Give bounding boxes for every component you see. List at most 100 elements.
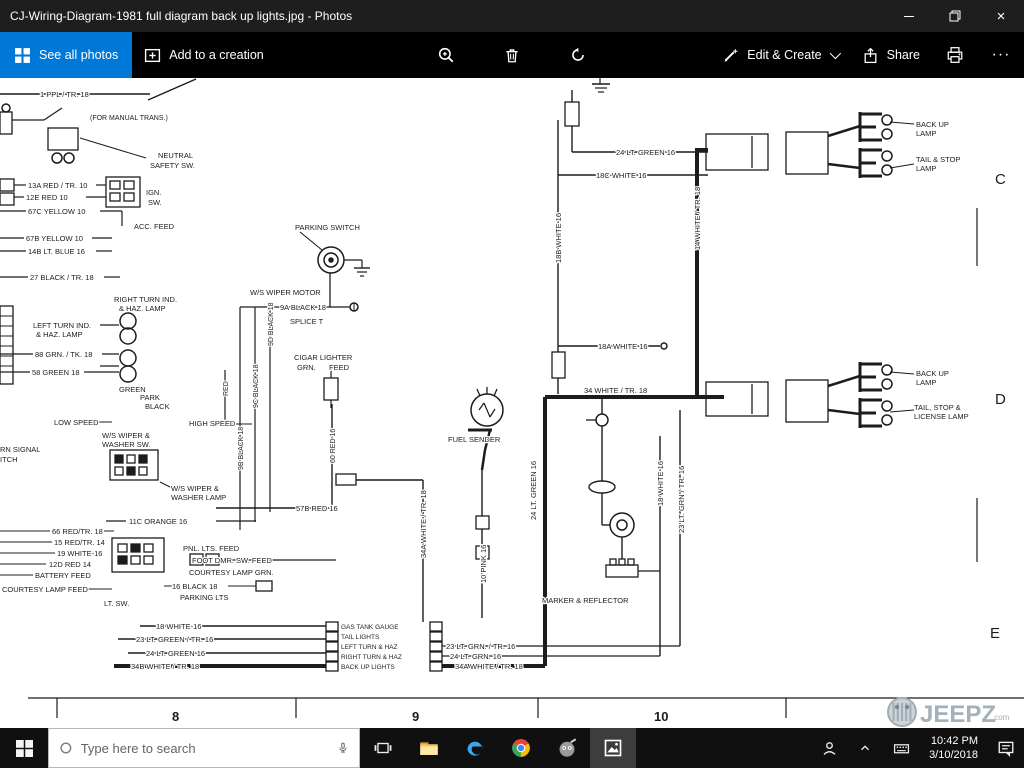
svg-text:PARKING LTS: PARKING LTS xyxy=(180,593,228,602)
svg-text:27 BLACK / TR. 18: 27 BLACK / TR. 18 xyxy=(30,273,94,282)
photos-toolbar: See all photos Add to a creation xyxy=(0,32,1024,78)
cortana-icon xyxy=(59,740,73,756)
svg-text:67C YELLOW 10: 67C YELLOW 10 xyxy=(28,207,85,216)
svg-text:18B WHITE 16: 18B WHITE 16 xyxy=(554,213,563,263)
svg-text:SW.: SW. xyxy=(148,198,162,207)
svg-text:15 RED/TR. 14: 15 RED/TR. 14 xyxy=(54,538,105,547)
edit-create-button[interactable]: Edit & Create xyxy=(710,32,849,78)
more-icon: ··· xyxy=(992,46,1011,64)
svg-text:BACK UP: BACK UP xyxy=(916,369,949,378)
svg-text:FOOT DMR. SW. FEED: FOOT DMR. SW. FEED xyxy=(192,556,272,565)
see-all-photos-label: See all photos xyxy=(39,48,118,62)
clock-date: 3/10/2018 xyxy=(929,748,978,762)
svg-text:ITCH: ITCH xyxy=(0,455,18,464)
action-center-icon xyxy=(997,739,1015,757)
see-all-photos-button[interactable]: See all photos xyxy=(0,32,132,78)
svg-text:RIGHT TURN IND.: RIGHT TURN IND. xyxy=(114,295,177,304)
photo-grid-icon xyxy=(14,47,31,64)
taskbar-search[interactable] xyxy=(48,728,360,768)
more-options-button[interactable]: ··· xyxy=(978,32,1024,78)
microphone-icon[interactable] xyxy=(337,740,349,756)
add-to-creation-button[interactable]: Add to a creation xyxy=(132,32,276,78)
svg-text:NEUTRAL: NEUTRAL xyxy=(158,151,193,160)
rotate-button[interactable] xyxy=(555,32,601,78)
svg-text:14B LT. BLUE 16: 14B LT. BLUE 16 xyxy=(28,247,85,256)
show-hidden-icons-button[interactable] xyxy=(847,728,883,768)
svg-text:9C BLACK 18: 9C BLACK 18 xyxy=(253,364,260,408)
svg-text:24 LT. GREEN 16: 24 LT. GREEN 16 xyxy=(529,461,538,520)
photos-app-icon xyxy=(603,738,623,758)
start-button[interactable] xyxy=(0,728,48,768)
delete-button[interactable] xyxy=(489,32,535,78)
share-label: Share xyxy=(887,48,920,62)
svg-text:PARKING SWITCH: PARKING SWITCH xyxy=(295,223,360,232)
svg-text:FUEL SENDER: FUEL SENDER xyxy=(448,435,501,444)
minimize-icon xyxy=(904,16,914,17)
taskbar-clock[interactable]: 10:42 PM 3/10/2018 xyxy=(919,728,988,768)
zoom-button[interactable] xyxy=(423,32,469,78)
svg-text:COURTESY LAMP GRN.: COURTESY LAMP GRN. xyxy=(189,568,274,577)
search-input[interactable] xyxy=(81,741,329,756)
svg-text:RIGHT TURN & HAZ: RIGHT TURN & HAZ xyxy=(341,654,402,661)
svg-text:60 RED 16: 60 RED 16 xyxy=(330,429,337,463)
touch-keyboard-icon xyxy=(893,740,910,757)
svg-text:23 LT. GRN. / TR. 16: 23 LT. GRN. / TR. 16 xyxy=(446,642,515,651)
windows-logo-icon xyxy=(16,740,33,757)
file-explorer-icon xyxy=(419,738,439,758)
svg-text:8: 8 xyxy=(172,709,179,724)
svg-text:57B RED 16: 57B RED 16 xyxy=(296,504,338,513)
minimize-button[interactable] xyxy=(886,0,932,32)
touch-keyboard-button[interactable] xyxy=(883,728,919,768)
close-button[interactable]: × xyxy=(978,0,1024,32)
svg-text:& HAZ. LAMP: & HAZ. LAMP xyxy=(119,304,166,313)
svg-text:BACK UP LIGHTS: BACK UP LIGHTS xyxy=(341,664,395,671)
svg-text:RED: RED xyxy=(223,381,230,396)
svg-text:67B YELLOW 10: 67B YELLOW 10 xyxy=(26,234,83,243)
svg-text:HIGH SPEED: HIGH SPEED xyxy=(189,419,236,428)
svg-text:LAMP: LAMP xyxy=(916,378,936,387)
svg-text:PNL. LTS. FEED: PNL. LTS. FEED xyxy=(183,544,240,553)
edge-button[interactable] xyxy=(452,728,498,768)
svg-text:58 GREEN 18: 58 GREEN 18 xyxy=(32,368,80,377)
svg-text:WASHER SW.: WASHER SW. xyxy=(102,440,150,449)
restore-button[interactable] xyxy=(932,0,978,32)
chrome-button[interactable] xyxy=(498,728,544,768)
svg-text:W/S WIPER &: W/S WIPER & xyxy=(171,484,219,493)
svg-text:10: 10 xyxy=(654,709,668,724)
svg-text:LICENSE LAMP: LICENSE LAMP xyxy=(914,412,969,421)
svg-text:24 LT. GRN. 16: 24 LT. GRN. 16 xyxy=(450,652,501,661)
svg-text:23 LT. GREEN / TR. 16: 23 LT. GREEN / TR. 16 xyxy=(136,635,213,644)
add-to-creation-icon xyxy=(144,47,161,64)
photo-viewer-canvas: 1 PPL / TR. 18(FOR MANUAL TRANS.)NEUTRAL… xyxy=(0,78,1024,728)
svg-text:23 LT. GRN / TR. 16: 23 LT. GRN / TR. 16 xyxy=(677,466,686,533)
svg-text:LAMP: LAMP xyxy=(916,129,936,138)
svg-text:FEED: FEED xyxy=(329,363,350,372)
svg-text:PARK: PARK xyxy=(140,393,160,402)
people-button[interactable] xyxy=(811,728,847,768)
svg-text:11C ORANGE 16: 11C ORANGE 16 xyxy=(129,517,187,526)
svg-text:W/S WIPER &: W/S WIPER & xyxy=(102,431,150,440)
svg-text:LEFT TURN IND.: LEFT TURN IND. xyxy=(33,321,91,330)
svg-text:(FOR MANUAL TRANS.): (FOR MANUAL TRANS.) xyxy=(90,115,168,122)
svg-text:D: D xyxy=(995,391,1006,408)
svg-text:RN SIGNAL: RN SIGNAL xyxy=(0,445,40,454)
file-explorer-button[interactable] xyxy=(406,728,452,768)
app-gimp-button[interactable] xyxy=(544,728,590,768)
people-icon xyxy=(821,740,838,757)
svg-text:88 GRN. / TK. 18: 88 GRN. / TK. 18 xyxy=(35,350,92,359)
task-view-button[interactable] xyxy=(360,728,406,768)
print-button[interactable] xyxy=(932,32,978,78)
window-title: CJ-Wiring-Diagram-1981 full diagram back… xyxy=(0,9,352,23)
svg-text:BATTERY FEED: BATTERY FEED xyxy=(35,571,91,580)
svg-text:24 LT. GREEN 16: 24 LT. GREEN 16 xyxy=(146,649,205,658)
svg-text:E: E xyxy=(990,625,1000,642)
add-to-creation-label: Add to a creation xyxy=(169,48,264,62)
toolbar-right-group: Edit & Create Share xyxy=(710,32,1024,78)
svg-text:SAFETY SW.: SAFETY SW. xyxy=(150,161,195,170)
svg-text:18 WHITE-16: 18 WHITE-16 xyxy=(156,622,201,631)
svg-text:GRN.: GRN. xyxy=(297,363,316,372)
action-center-button[interactable] xyxy=(988,728,1024,768)
share-button[interactable]: Share xyxy=(850,32,932,78)
pen-icon xyxy=(722,47,739,64)
photos-app-button[interactable] xyxy=(590,728,636,768)
